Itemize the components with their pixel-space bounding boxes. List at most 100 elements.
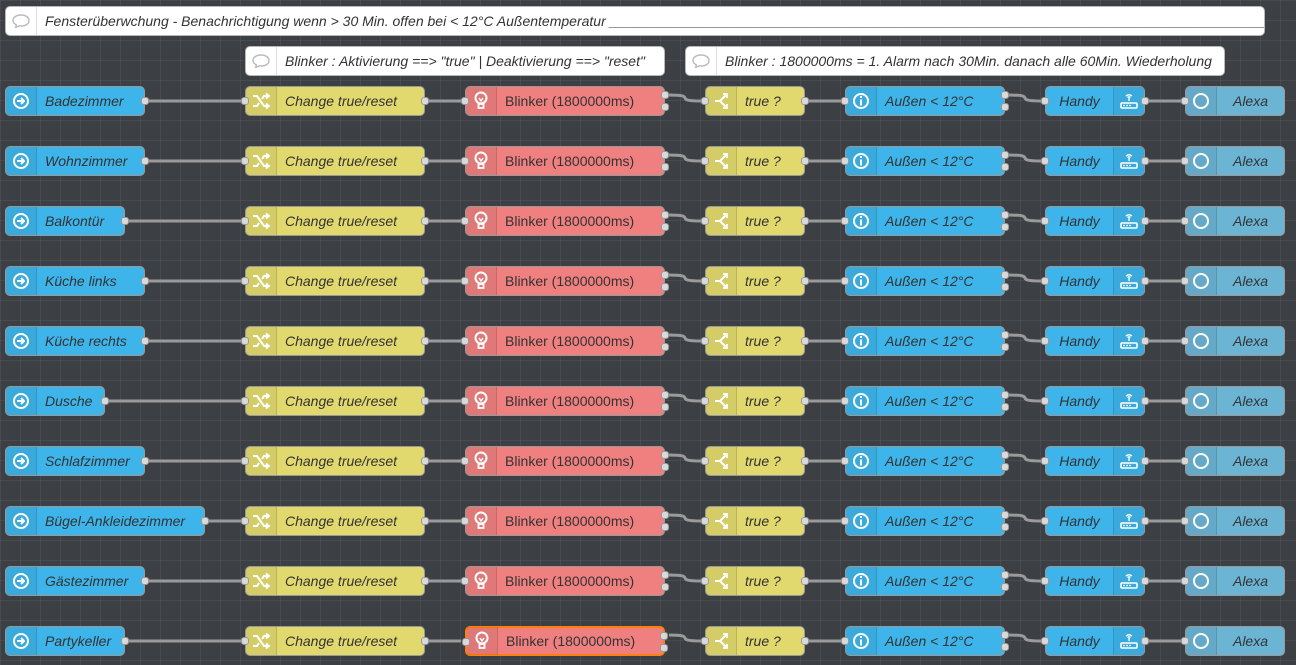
temperature-filter-node[interactable]: Außen < 12°C (841, 386, 1009, 416)
inject-node[interactable]: Bügel-Ankleidezimmer (5, 506, 209, 536)
blinker-node[interactable]: Blinker (1800000ms) (461, 566, 669, 596)
input-port[interactable] (701, 97, 709, 105)
input-port[interactable] (841, 637, 849, 645)
input-port[interactable] (841, 517, 849, 525)
input-port[interactable] (241, 217, 249, 225)
handy-node[interactable]: Handy (1041, 266, 1149, 296)
inject-node[interactable]: Badezimmer (5, 86, 149, 116)
inject-node[interactable]: Küche links (5, 266, 149, 296)
output-port[interactable] (1001, 151, 1009, 159)
output-port[interactable] (1001, 391, 1009, 399)
input-port[interactable] (841, 577, 849, 585)
output-port[interactable] (1141, 457, 1149, 465)
input-port[interactable] (461, 457, 469, 465)
input-port[interactable] (1181, 217, 1189, 225)
switch-node[interactable]: true ? (701, 446, 809, 476)
output-port[interactable] (801, 277, 809, 285)
output-port[interactable] (661, 211, 669, 219)
switch-node[interactable]: true ? (701, 506, 809, 536)
input-port[interactable] (461, 277, 469, 285)
blinker-node[interactable]: Blinker (1800000ms) (461, 86, 669, 116)
input-port[interactable] (461, 337, 469, 345)
inject-node[interactable]: Schlafzimmer (5, 446, 149, 476)
output-port[interactable] (1001, 103, 1009, 111)
output-port[interactable] (1141, 277, 1149, 285)
output-port[interactable] (141, 97, 149, 105)
output-port[interactable] (1001, 223, 1009, 231)
output-port[interactable] (1001, 283, 1009, 291)
input-port[interactable] (1181, 397, 1189, 405)
change-node[interactable]: Change true/reset (241, 446, 429, 476)
output-port[interactable] (201, 517, 209, 525)
input-port[interactable] (841, 277, 849, 285)
handy-node[interactable]: Handy (1041, 506, 1149, 536)
blinker-node[interactable]: Blinker (1800000ms) (461, 326, 669, 356)
input-port[interactable] (701, 577, 709, 585)
alexa-node[interactable]: Alexa (1181, 506, 1285, 536)
switch-node[interactable]: true ? (701, 326, 809, 356)
output-port[interactable] (661, 511, 669, 519)
output-port[interactable] (801, 637, 809, 645)
input-port[interactable] (701, 517, 709, 525)
output-port[interactable] (660, 644, 668, 652)
blinker-node[interactable]: Blinker (1800000ms) (461, 146, 669, 176)
output-port[interactable] (1001, 523, 1009, 531)
temperature-filter-node[interactable]: Außen < 12°C (841, 506, 1009, 536)
output-port[interactable] (141, 157, 149, 165)
input-port[interactable] (841, 157, 849, 165)
switch-node[interactable]: true ? (701, 146, 809, 176)
output-port[interactable] (141, 577, 149, 585)
output-port[interactable] (801, 457, 809, 465)
input-port[interactable] (241, 637, 249, 645)
output-port[interactable] (121, 637, 129, 645)
temperature-filter-node[interactable]: Außen < 12°C (841, 146, 1009, 176)
handy-node[interactable]: Handy (1041, 386, 1149, 416)
input-port[interactable] (1041, 397, 1049, 405)
input-port[interactable] (701, 157, 709, 165)
output-port[interactable] (421, 517, 429, 525)
output-port[interactable] (101, 397, 109, 405)
output-port[interactable] (421, 277, 429, 285)
output-port[interactable] (141, 277, 149, 285)
alexa-node[interactable]: Alexa (1181, 446, 1285, 476)
input-port[interactable] (461, 397, 469, 405)
change-node[interactable]: Change true/reset (241, 266, 429, 296)
output-port[interactable] (1141, 157, 1149, 165)
blinker-node[interactable]: Blinker (1800000ms) (461, 386, 669, 416)
input-port[interactable] (241, 517, 249, 525)
comment-blinker-timing[interactable]: Blinker : 1800000ms = 1. Alarm nach 30Mi… (685, 46, 1225, 76)
output-port[interactable] (661, 163, 669, 171)
output-port[interactable] (660, 632, 668, 640)
output-port[interactable] (421, 397, 429, 405)
input-port[interactable] (461, 577, 469, 585)
output-port[interactable] (661, 283, 669, 291)
comment-blinker-activation[interactable]: Blinker : Aktivierung ==> "true" | Deakt… (245, 46, 665, 76)
input-port[interactable] (1041, 277, 1049, 285)
output-port[interactable] (1001, 331, 1009, 339)
output-port[interactable] (661, 391, 669, 399)
switch-node[interactable]: true ? (701, 626, 809, 656)
output-port[interactable] (661, 331, 669, 339)
input-port[interactable] (1041, 157, 1049, 165)
handy-node[interactable]: Handy (1041, 86, 1149, 116)
input-port[interactable] (841, 397, 849, 405)
input-port[interactable] (1041, 517, 1049, 525)
alexa-node[interactable]: Alexa (1181, 86, 1285, 116)
input-port[interactable] (841, 97, 849, 105)
input-port[interactable] (1181, 637, 1189, 645)
temperature-filter-node[interactable]: Außen < 12°C (841, 326, 1009, 356)
output-port[interactable] (1141, 517, 1149, 525)
change-node[interactable]: Change true/reset (241, 86, 429, 116)
output-port[interactable] (1001, 343, 1009, 351)
inject-node[interactable]: Wohnzimmer (5, 146, 149, 176)
comment-main[interactable]: Fensterüberwchung - Benachrichtigung wen… (5, 6, 1265, 36)
input-port[interactable] (241, 577, 249, 585)
output-port[interactable] (661, 223, 669, 231)
output-port[interactable] (661, 451, 669, 459)
output-port[interactable] (1001, 403, 1009, 411)
input-port[interactable] (1181, 337, 1189, 345)
input-port[interactable] (841, 457, 849, 465)
inject-node[interactable]: Partykeller (5, 626, 129, 656)
change-node[interactable]: Change true/reset (241, 566, 429, 596)
output-port[interactable] (1001, 451, 1009, 459)
